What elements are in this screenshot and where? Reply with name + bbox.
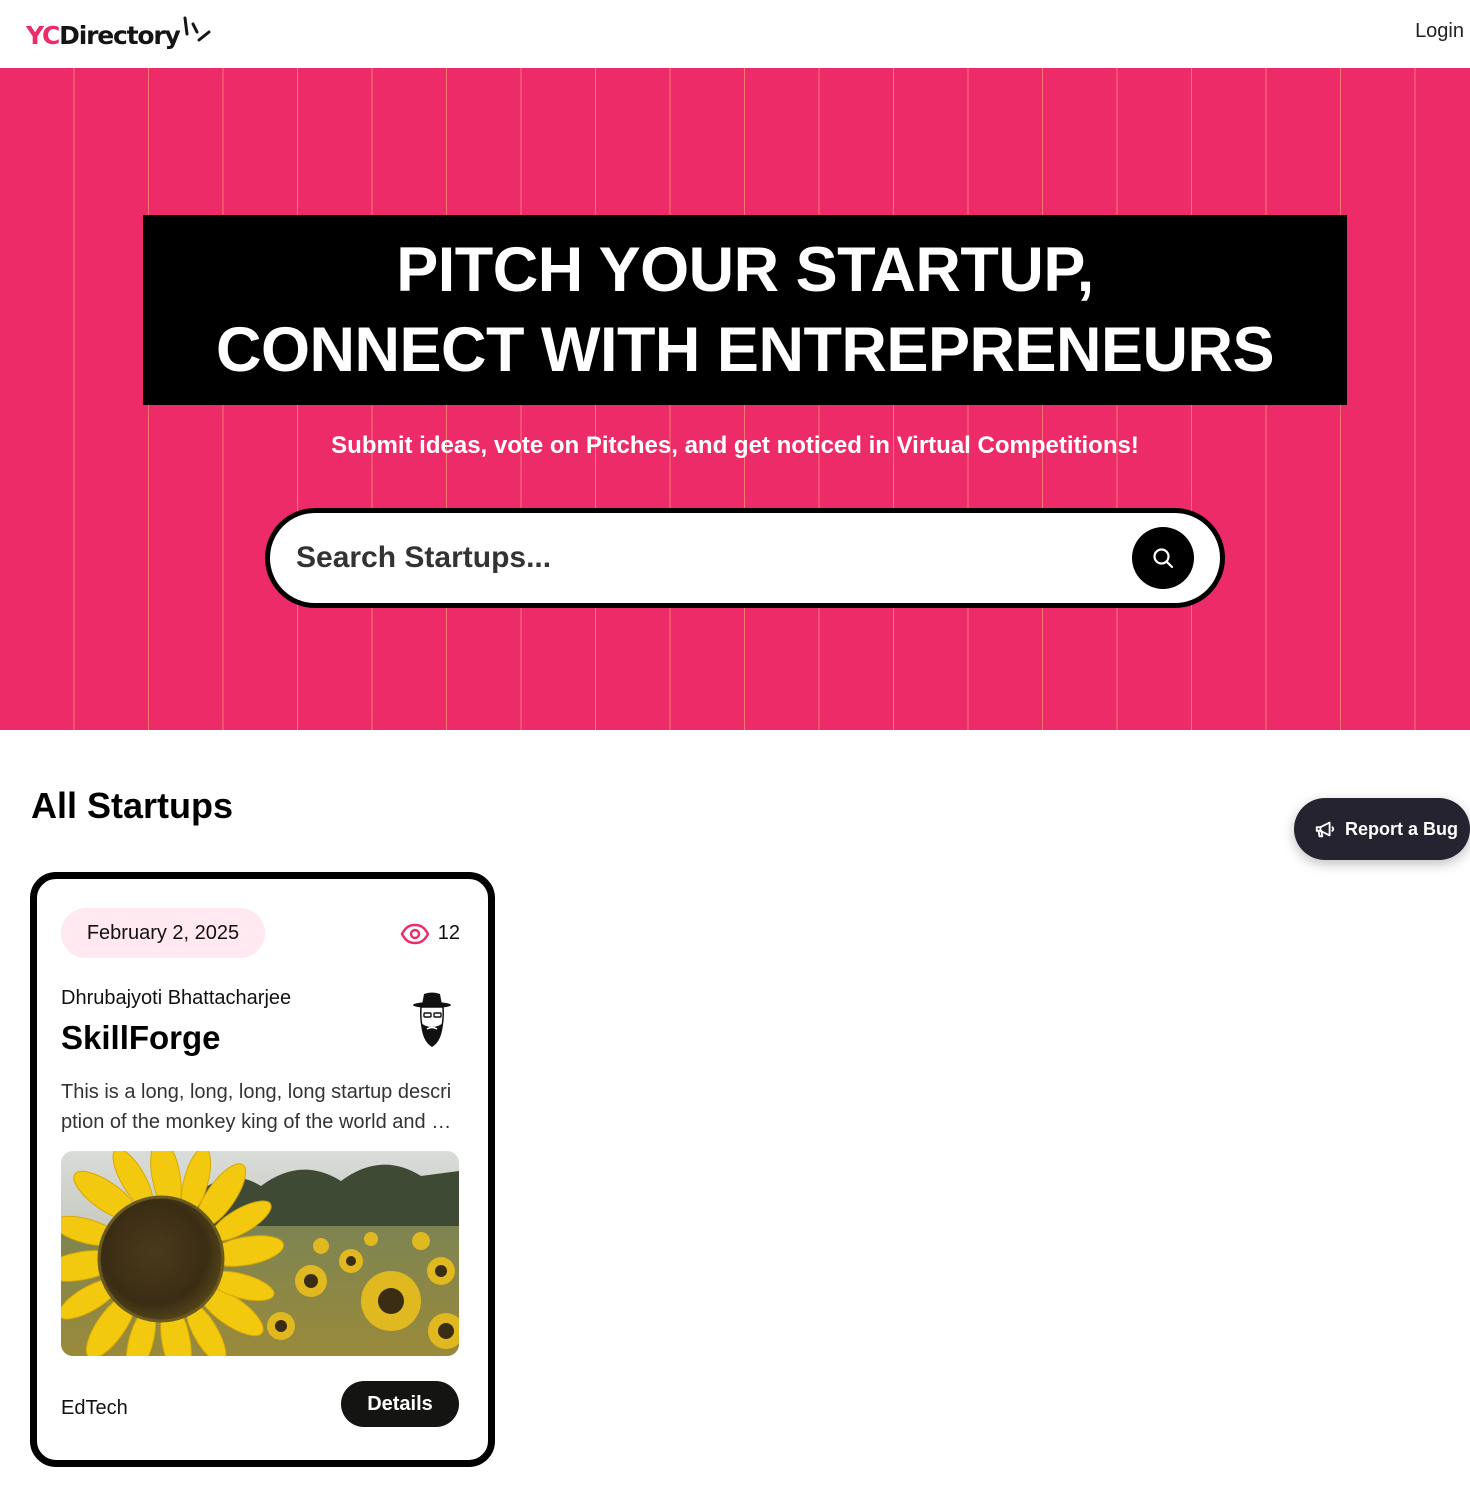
login-link[interactable]: Login [1415, 20, 1464, 43]
date-badge: February 2, 2025 [61, 908, 265, 958]
hero-subheading: Submit ideas, vote on Pitches, and get n… [331, 432, 1139, 459]
hero-heading-line-1: Pitch Your Startup, [396, 235, 1094, 305]
views-counter: 12 [400, 922, 460, 945]
startup-card: February 2, 2025 12 Dhrubajyoti Bhattach… [30, 872, 495, 1467]
sunflower-image [61, 1151, 459, 1356]
hero-heading-line-2: Connect With Entrepreneurs [215, 315, 1275, 385]
views-count: 12 [437, 922, 460, 944]
logo-directory: Directory [59, 21, 181, 50]
author-avatar[interactable] [404, 991, 460, 1053]
report-bug-label: Report a Bug [1345, 818, 1459, 839]
search-form [265, 508, 1225, 608]
startup-category[interactable]: EdTech [61, 1397, 128, 1420]
report-bug-button[interactable]: Report a Bug [1294, 798, 1470, 860]
search-button[interactable] [1132, 527, 1194, 589]
search-input[interactable] [296, 533, 1096, 583]
logo-spark-icon [183, 16, 211, 42]
logo-yc: YC [26, 21, 60, 50]
section-title: All Startups [31, 785, 234, 826]
author-name[interactable]: Dhrubajyoti Bhattacharjee [61, 987, 291, 1010]
megaphone-icon [1315, 821, 1335, 838]
hero-heading: Pitch Your Startup, Connect With Entrepr… [143, 215, 1347, 405]
hero-section: Pitch Your Startup, Connect With Entrepr… [0, 68, 1470, 730]
logo-link[interactable]: YCDirectory [26, 14, 213, 58]
eye-icon [400, 923, 430, 944]
avatar-icon [413, 992, 451, 1047]
navbar: YCDirectory Login [0, 0, 1470, 68]
startup-image[interactable] [61, 1151, 459, 1356]
startup-title[interactable]: SkillForge [61, 1019, 221, 1057]
details-button[interactable]: Details [341, 1381, 459, 1427]
startup-description: This is a long, long, long, long startup… [61, 1081, 454, 1133]
search-icon [1153, 548, 1174, 569]
logo: YCDirectory [26, 14, 181, 58]
